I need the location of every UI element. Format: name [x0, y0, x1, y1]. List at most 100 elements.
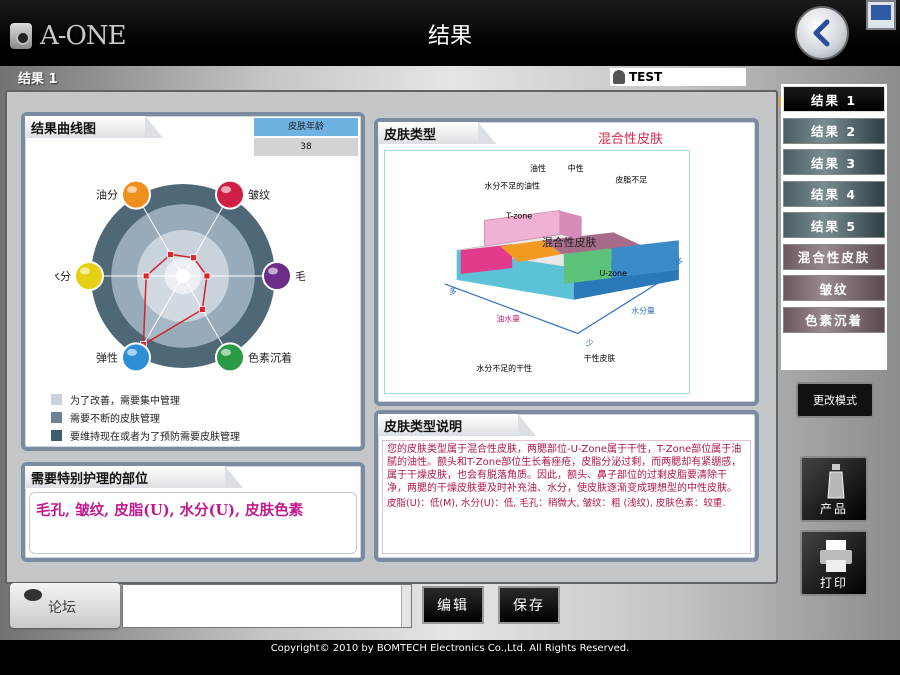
- print-label: 打印: [819, 576, 848, 590]
- label-tzone: T-zone: [505, 211, 532, 220]
- edit-button[interactable]: 编辑: [422, 586, 484, 624]
- skin-type-title: 皮肤类型: [378, 122, 496, 144]
- category-ball-highlight: [80, 267, 90, 275]
- category-ball: [215, 179, 245, 210]
- skin-age-label: 皮肤年龄: [253, 117, 359, 137]
- label-oil-amount: 油水量: [496, 314, 520, 324]
- nav-item-3[interactable]: 结果 3: [783, 149, 885, 175]
- label-more-left: 多: [449, 286, 457, 296]
- skin-type-description-panel: 皮肤类型说明 您的皮肤类型属于混合性皮肤，两腮部位-U-Zone属于干性，T-Z…: [374, 410, 759, 562]
- skin-type-diagram: 水分不足的油性 油性 中性 皮脂不足 T-zone 混合性皮肤 U-zone 多…: [384, 150, 690, 394]
- label-more-right: 多: [675, 256, 683, 266]
- skin-age-box: 皮肤年龄 38: [253, 117, 359, 157]
- printer-icon: [820, 540, 852, 572]
- content-area: 结果曲线图 皮肤年龄 38 油分 皱纹毛孔色素沉着 弹性 水分 为了改善，需要集中管理…: [5, 90, 778, 584]
- chart-legend: 为了改善，需要集中管理 需要不断的皮肤管理要维持现在或者为了预防需要皮肤管理: [51, 390, 240, 444]
- forum-input[interactable]: [122, 584, 412, 628]
- label-dehydrated-dry: 水分不足的干性: [477, 363, 533, 373]
- user-badge: TEST: [610, 68, 746, 86]
- radar-point: [167, 251, 174, 258]
- nav-item-5[interactable]: 结果 5: [783, 212, 885, 238]
- radar-point: [190, 254, 197, 262]
- legend-swatch: [51, 393, 62, 405]
- minimize-button[interactable]: [866, 0, 896, 30]
- legend-label: 需要不断的皮肤管理: [70, 413, 160, 425]
- special-care-panel: 需要特别护理的部位 毛孔, 皱纹, 皮脂(U), 水分(U), 皮肤色素: [21, 462, 365, 562]
- nav-item-7[interactable]: 皱纹: [783, 275, 885, 301]
- special-care-items: 毛孔, 皱纹, 皮脂(U), 水分(U), 皮肤色素: [36, 502, 304, 519]
- axis-label: 皱纹: [248, 188, 270, 202]
- category-ball: [121, 179, 151, 210]
- skin-type-panel: 皮肤类型 混合性皮肤 水分不足的油性 油性 中性 皮脂不足 T-zone 混合性…: [374, 118, 759, 406]
- label-dry: 干性皮肤: [584, 353, 616, 363]
- category-ball: [215, 342, 245, 373]
- special-care-box: 毛孔, 皱纹, 皮脂(U), 水分(U), 皮肤色素: [29, 492, 357, 554]
- forum-label: 论坛: [48, 600, 76, 616]
- nav-item-1[interactable]: 结果 1: [783, 86, 885, 112]
- nav-item-8[interactable]: 色素沉着: [783, 306, 885, 333]
- axis-label: 毛孔: [295, 270, 305, 283]
- legend-item: 为了改善，需要集中管理: [51, 390, 240, 408]
- category-ball: [262, 261, 292, 291]
- copyright-text: Copyright© 2010 by BOMTECH Electronics C…: [270, 643, 630, 654]
- legend-label: 为了改善，需要集中管理: [70, 395, 180, 407]
- result-curve-title: 结果曲线图: [25, 116, 163, 138]
- category-ball: [74, 261, 104, 291]
- legend-label: 要维持现在或者为了预防需要皮肤管理: [70, 431, 240, 443]
- category-ball: [121, 342, 151, 373]
- save-button[interactable]: 保存: [498, 586, 560, 624]
- label-neutral: 中性: [568, 163, 584, 173]
- skin-type-result: 混合性皮肤: [598, 132, 664, 147]
- radar-point: [142, 272, 150, 280]
- skin-age-value: 38: [253, 137, 359, 157]
- category-ball-highlight: [221, 186, 231, 194]
- axis-label: 水分: [55, 270, 71, 283]
- nav-item-6[interactable]: 混合性皮肤: [783, 243, 885, 270]
- radar-chart: 油分 皱纹毛孔色素沉着 弹性 水分: [55, 179, 305, 373]
- special-care-title: 需要特别护理的部位: [25, 466, 243, 488]
- label-less: 少: [586, 338, 594, 347]
- axis-label: 油分: [96, 188, 118, 202]
- print-button[interactable]: 打印: [800, 530, 868, 596]
- footer: Copyright© 2010 by BOMTECH Electronics C…: [0, 640, 900, 675]
- skin-type-description-title: 皮肤类型说明: [378, 414, 536, 436]
- legend-swatch: [51, 411, 62, 423]
- legend-item: 需要不断的皮肤管理: [51, 408, 240, 426]
- speech-bubble-icon: [24, 589, 42, 601]
- result-curve-panel: 结果曲线图 皮肤年龄 38 油分 皱纹毛孔色素沉着 弹性 水分 为了改善，需要集中管理…: [21, 112, 365, 451]
- description-box: 您的皮肤类型属于混合性皮肤，两腮部位-U-Zone属于干性，T-Zone部位属于…: [382, 440, 751, 554]
- category-ball-highlight: [127, 186, 137, 194]
- legend-swatch: [51, 429, 62, 441]
- user-name: TEST: [629, 70, 663, 84]
- forum-scrollbar[interactable]: [401, 585, 411, 627]
- label-moisture-amount: 水分量: [631, 306, 655, 316]
- product-button[interactable]: 产品: [800, 456, 868, 522]
- label-uzone: U-zone: [599, 269, 627, 278]
- radar-point: [203, 272, 211, 280]
- radar-center: [176, 269, 190, 283]
- description-detail: 皮脂(U)：低(M), 水分(U)：低, 毛孔：稍微大, 皱纹：粗 (浅纹), …: [387, 498, 726, 509]
- axis-label: 色素沉着: [248, 350, 292, 364]
- label-oily: 油性: [530, 163, 546, 173]
- legend-item: 要维持现在或者为了预防需要皮肤管理: [51, 426, 240, 444]
- nav-item-2[interactable]: 结果 2: [783, 117, 885, 144]
- nav-item-4[interactable]: 结果 4: [783, 180, 885, 207]
- category-ball-highlight: [268, 267, 278, 275]
- radar-point: [198, 306, 206, 313]
- page-title: 结果: [427, 24, 472, 49]
- chevron-left-icon: [813, 19, 830, 47]
- axis-label: 弹性: [96, 350, 118, 364]
- user-icon: [613, 70, 625, 84]
- change-mode-button[interactable]: 更改模式: [796, 382, 874, 418]
- main-frame: 结果 1 TEST 结果曲线图 皮肤年龄 38 油分皱纹毛孔色素沉着弹性水分 为…: [0, 66, 900, 640]
- description-text: 您的皮肤类型属于混合性皮肤，两腮部位-U-Zone属于干性，T-Zone部位属于…: [387, 444, 742, 494]
- label-combination: 混合性皮肤: [542, 235, 597, 249]
- label-lacking-oil: 皮脂不足: [615, 175, 647, 185]
- category-ball-highlight: [221, 348, 231, 356]
- results-nav: 结果 1 结果 2 结果 3 结果 4 结果 5 混合性皮肤皱纹色素沉着: [781, 84, 887, 370]
- back-button[interactable]: [795, 6, 849, 60]
- label-dehydrated-oily: 水分不足的油性: [484, 181, 540, 191]
- product-label: 产品: [819, 502, 848, 516]
- forum-tab[interactable]: 论坛: [10, 583, 120, 628]
- bottle-icon: [827, 464, 845, 499]
